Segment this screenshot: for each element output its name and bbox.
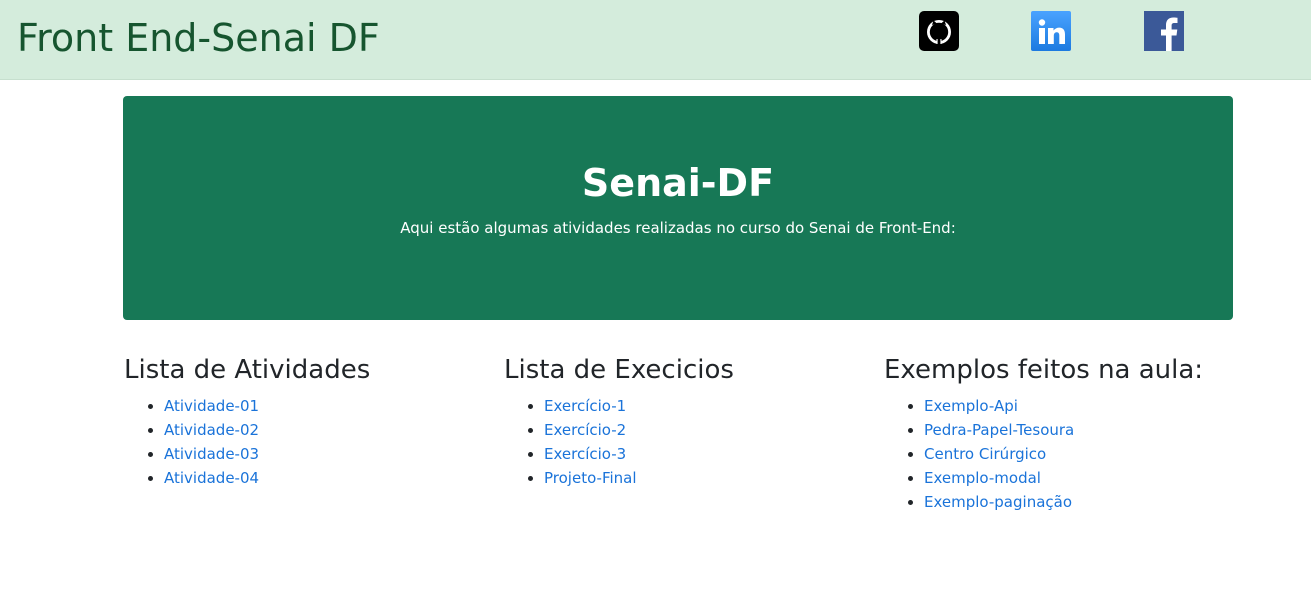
activity-link[interactable]: Atividade-02 bbox=[164, 421, 259, 439]
activity-link[interactable]: Atividade-03 bbox=[164, 445, 259, 463]
section-exercicios: Lista de Execicios Exercício-1 Exercício… bbox=[504, 350, 884, 490]
hero-text: Aqui estão algumas atividades realizadas… bbox=[400, 219, 956, 237]
activity-link[interactable]: Atividade-04 bbox=[164, 469, 259, 487]
list-item: Centro Cirúrgico bbox=[924, 442, 1264, 466]
facebook-link[interactable] bbox=[1144, 11, 1184, 51]
exercise-list: Exercício-1 Exercício-2 Exercício-3 Proj… bbox=[504, 394, 884, 490]
github-link[interactable] bbox=[919, 11, 959, 51]
section-atividades: Lista de Atividades Atividade-01 Ativida… bbox=[124, 350, 504, 490]
list-item: Exemplo-modal bbox=[924, 466, 1264, 490]
list-item: Exercício-1 bbox=[544, 394, 884, 418]
linkedin-icon bbox=[1031, 11, 1071, 51]
example-link[interactable]: Exemplo-Api bbox=[924, 397, 1018, 415]
list-item: Exercício-3 bbox=[544, 442, 884, 466]
exercise-link[interactable]: Exercício-3 bbox=[544, 445, 626, 463]
list-item: Exemplo-Api bbox=[924, 394, 1264, 418]
list-item: Atividade-01 bbox=[164, 394, 504, 418]
activity-link[interactable]: Atividade-01 bbox=[164, 397, 259, 415]
activity-list: Atividade-01 Atividade-02 Atividade-03 A… bbox=[124, 394, 504, 490]
section-title: Exemplos feitos na aula: bbox=[884, 355, 1204, 385]
navbar-brand[interactable]: Front End-Senai DF bbox=[17, 14, 380, 62]
list-item: Atividade-04 bbox=[164, 466, 504, 490]
section-title: Lista de Atividades bbox=[124, 355, 371, 385]
example-list: Exemplo-Api Pedra-Papel-Tesoura Centro C… bbox=[884, 394, 1264, 514]
list-item: Pedra-Papel-Tesoura bbox=[924, 418, 1264, 442]
exercise-link[interactable]: Exercício-2 bbox=[544, 421, 626, 439]
hero-title: Senai-DF bbox=[581, 161, 775, 205]
list-item: Projeto-Final bbox=[544, 466, 884, 490]
navbar: Front End-Senai DF bbox=[0, 0, 1311, 80]
list-item: Atividade-02 bbox=[164, 418, 504, 442]
example-link[interactable]: Centro Cirúrgico bbox=[924, 445, 1046, 463]
example-link[interactable]: Pedra-Papel-Tesoura bbox=[924, 421, 1074, 439]
example-link[interactable]: Exemplo-modal bbox=[924, 469, 1041, 487]
section-title: Lista de Execicios bbox=[504, 355, 734, 385]
section-exemplos: Exemplos feitos na aula: Exemplo-Api Ped… bbox=[884, 350, 1264, 514]
facebook-icon bbox=[1144, 11, 1184, 51]
hero-jumbotron: Senai-DF Aqui estão algumas atividades r… bbox=[123, 96, 1233, 320]
linkedin-link[interactable] bbox=[1031, 11, 1071, 51]
exercise-link[interactable]: Exercício-1 bbox=[544, 397, 626, 415]
github-icon bbox=[919, 11, 959, 51]
list-item: Atividade-03 bbox=[164, 442, 504, 466]
list-item: Exemplo-paginação bbox=[924, 490, 1264, 514]
list-item: Exercício-2 bbox=[544, 418, 884, 442]
example-link[interactable]: Exemplo-paginação bbox=[924, 493, 1072, 511]
exercise-link[interactable]: Projeto-Final bbox=[544, 469, 637, 487]
